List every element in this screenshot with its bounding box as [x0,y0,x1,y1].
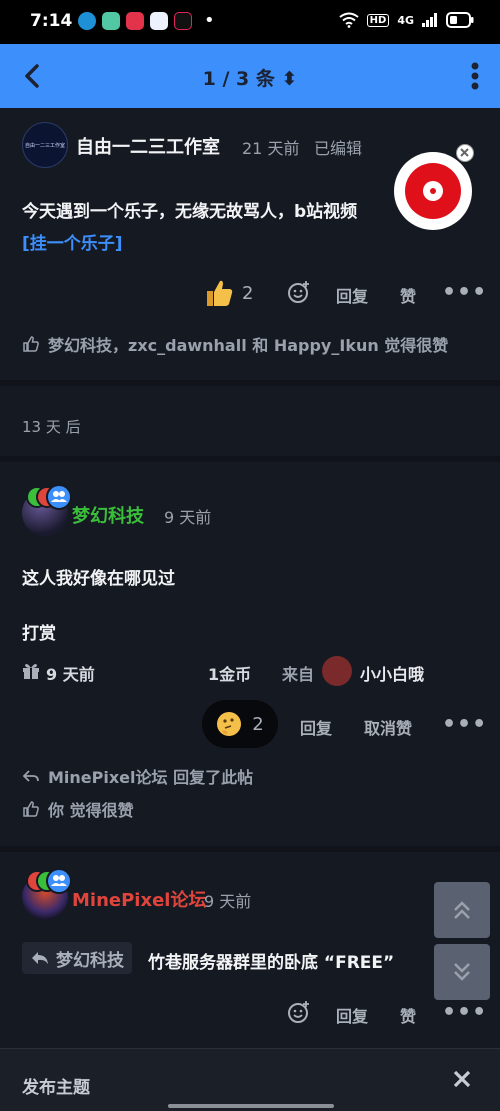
post-author[interactable]: MinePixel论坛 [72,886,206,912]
divider [0,380,500,386]
close-icon [460,148,469,157]
like-reaction[interactable]: 2 [204,278,253,308]
quoted-reply-chip[interactable]: 梦幻科技 [22,942,132,974]
app-icon-tiktok [174,12,192,30]
like-count: 2 [242,282,254,304]
more-actions-button[interactable]: ••• [442,712,487,737]
gift-icon [23,664,39,679]
avatar[interactable]: 自由一二三工作室 [22,122,68,168]
reply-button[interactable]: 回复 [336,283,368,307]
battery-icon [446,12,474,28]
reaction-count: 2 [252,713,264,735]
add-emoji-icon[interactable] [287,1000,311,1024]
close-icon[interactable] [452,1069,472,1089]
hd-badge: HD [366,13,390,27]
wifi-icon [339,12,359,28]
network-label: 4G [397,13,414,27]
reaction-pill[interactable]: 2 [202,700,278,748]
double-chevron-down-icon [454,963,470,981]
post-time: 9 天前 [204,892,252,911]
post-link[interactable]: [挂一个乐子] [22,229,123,254]
quoted-user: 梦幻科技 [56,950,124,971]
status-bar: 7:14 • HD 4G [0,0,500,44]
signal-icon [422,13,437,27]
unlike-button[interactable]: 取消赞 [364,715,412,739]
thumbs-up-outline-icon [23,336,39,352]
post-author[interactable]: 自由一二三工作室 [76,133,220,159]
compose-bar: 发布主题 [0,1048,500,1111]
post-content: 今天遇到一个乐子，无缘无故骂人，b站视频 [22,197,402,222]
app-icon-edge [78,12,96,30]
post-time: 21 天前 [242,139,300,158]
more-actions-button[interactable]: ••• [442,1000,487,1025]
thumbs-up-emoji-icon [207,280,233,306]
like-button[interactable]: 赞 [400,1003,416,1027]
tip-amount: 1金币 [208,665,252,684]
time-gap-label: 13 天 后 [22,418,81,436]
thumbs-up-outline-icon [23,801,39,817]
likes-summary: 你 觉得很赞 [22,797,134,821]
close-bubble-button[interactable] [456,144,474,162]
replied-by-text: MinePixel论坛 回复了此帖 [48,768,254,787]
more-actions-button[interactable]: ••• [442,280,487,305]
music-disc-icon [405,163,461,219]
likes-summary-text: 你 觉得很赞 [48,801,134,820]
post-text: 这人我好像在哪见过 [22,569,175,589]
tip-row: 9 天前 1金币 来自 小小白哦 [22,656,482,686]
app-icon-chat [150,12,168,30]
tip-title: 打赏 [22,624,56,644]
reply-arrow-icon [22,770,39,782]
app-icon-shop [126,12,144,30]
post-author[interactable]: 梦幻科技 [72,502,144,528]
users-badge-icon [46,868,72,894]
reply-button[interactable]: 回复 [300,715,332,739]
thinking-emoji-icon [217,712,242,736]
add-emoji-icon[interactable] [287,280,311,304]
floating-music-bubble[interactable] [394,144,474,230]
tip-time: 9 天前 [46,665,95,684]
reply-button[interactable]: 回复 [336,1003,368,1027]
status-icons: HD 4G [339,12,474,28]
post-text: 竹巷服务器群里的卧底 “FREE” [148,953,395,973]
app-icon-phone [102,12,120,30]
tip-from-label: 来自 [282,665,315,684]
reply-arrow-icon [32,952,48,964]
tip-user[interactable]: 小小白哦 [360,661,424,685]
home-indicator[interactable] [168,1104,334,1108]
replied-by-line[interactable]: MinePixel论坛 回复了此帖 [22,764,253,788]
more-vert-icon[interactable] [470,60,480,92]
post-text: 今天遇到一个乐子，无缘无故骂人，b站视频 [22,202,358,222]
avatar-text: 自由一二三工作室 [24,142,65,149]
users-badge-icon [46,484,72,510]
likes-summary-text: 梦幻科技，zxc_dawnhall 和 Happy_Ikun 觉得很赞 [48,336,449,355]
double-chevron-up-icon [454,901,470,919]
top-app-bar: 1 / 3 条 ⬍ [0,44,500,108]
likes-summary: 梦幻科技，zxc_dawnhall 和 Happy_Ikun 觉得很赞 [22,332,448,356]
notification-dot: • [204,10,215,31]
edited-label[interactable]: 已编辑 [314,135,362,159]
post-time: 9 天前 [164,508,212,527]
post-counter-title[interactable]: 1 / 3 条 ⬍ [0,64,500,91]
divider [0,846,500,852]
scroll-up-button[interactable] [434,882,490,938]
avatar[interactable] [322,656,352,686]
new-topic-button[interactable]: 发布主题 [22,1073,90,1098]
scroll-down-button[interactable] [434,944,490,1000]
divider [0,456,500,462]
like-button[interactable]: 赞 [400,283,416,307]
clock: 7:14 [30,11,73,31]
